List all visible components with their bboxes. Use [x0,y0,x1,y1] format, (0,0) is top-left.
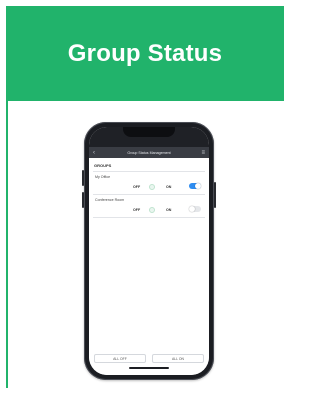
group-row-on-label: ON [166,208,172,212]
all-off-button[interactable]: ALL OFF [94,354,146,363]
section-heading: GROUPS [94,163,112,168]
phone-notch [123,127,175,137]
app-title-bar: ‹ Group Status Management ≡ [89,147,209,158]
divider [93,171,205,172]
phone-screen: ‹ Group Status Management ≡ GROUPS My Of… [89,127,209,375]
group-row-label: My Office [95,175,111,179]
card-title: Group Status [67,39,223,67]
chevron-left-icon[interactable]: ‹ [93,150,101,156]
all-on-button[interactable]: ALL ON [152,354,204,363]
home-indicator [129,367,169,369]
phone-power-button [214,182,216,208]
divider [93,217,205,218]
group-row-label: Conference Room [95,198,125,202]
app-title: Group Status Management [127,150,171,155]
phone-mockup: ‹ Group Status Management ≡ GROUPS My Of… [84,122,214,380]
group-toggle-my-office[interactable] [189,183,201,189]
status-dot-icon [149,184,155,190]
divider [93,194,205,195]
menu-icon[interactable]: ≡ [197,150,205,156]
card-header: Group Status [6,6,284,101]
app-content: GROUPS My Office OFF ON Conference Room … [89,158,209,375]
group-row-off-label: OFF [133,208,141,212]
phone-status-bar [89,127,209,147]
group-row-off-label: OFF [133,185,141,189]
group-row-on-label: ON [166,185,172,189]
status-dot-icon [149,207,155,213]
bottom-action-bar: ALL OFF ALL ON [89,351,209,375]
group-toggle-conference-room[interactable] [189,206,201,212]
